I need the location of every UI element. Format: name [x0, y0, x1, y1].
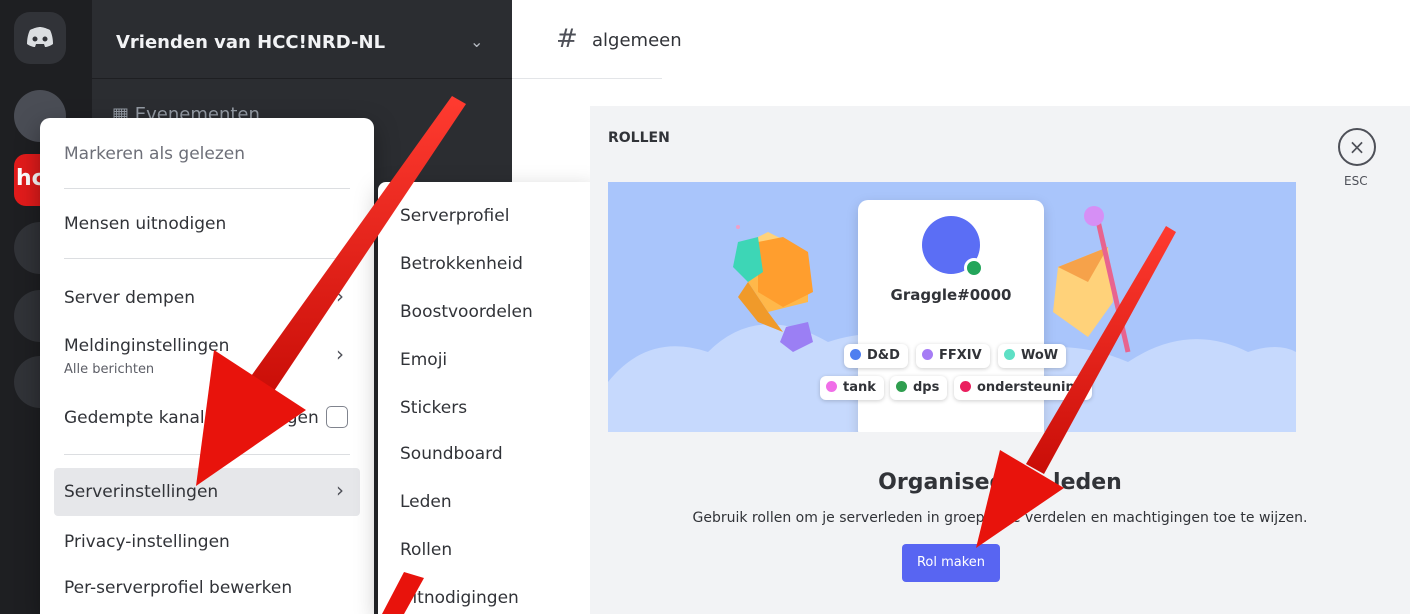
preview-username: Graggle#0000: [890, 286, 1012, 304]
divider: [64, 188, 350, 189]
role-tag: WoW: [998, 344, 1067, 368]
chat-header: # algemeen: [512, 0, 682, 79]
esc-label: ESC: [1344, 174, 1368, 188]
submenu-item-serverprofiel[interactable]: Serverprofiel: [400, 206, 509, 226]
mute-server-item[interactable]: Server dempen: [64, 288, 195, 308]
chevron-down-icon: ⌄: [470, 32, 484, 51]
role-tag-label: ondersteuning: [977, 380, 1085, 395]
divider: [64, 258, 350, 259]
role-color-dot: [960, 381, 971, 392]
roles-illustration: Graggle#0000 D&D FFXIV WoW tank dps onde…: [608, 182, 1296, 432]
chevron-right-icon: ›: [336, 284, 344, 308]
server-settings-item[interactable]: Serverinstellingen: [64, 482, 218, 502]
divider: [64, 454, 350, 455]
submenu-item-uitnodigingen[interactable]: Uitnodigingen: [400, 588, 519, 608]
role-tag-label: WoW: [1021, 348, 1059, 363]
submenu-item-rollen[interactable]: Rollen: [400, 540, 452, 560]
close-icon[interactable]: ×: [1338, 128, 1376, 166]
role-tag-label: D&D: [867, 348, 900, 363]
channel-name: algemeen: [592, 30, 682, 51]
submenu-item-soundboard[interactable]: Soundboard: [400, 444, 503, 464]
role-color-dot: [1004, 349, 1015, 360]
submenu-item-boostvoordelen[interactable]: Boostvoordelen: [400, 302, 533, 322]
submenu-item-betrokkenheid[interactable]: Betrokkenheid: [400, 254, 523, 274]
role-tag-label: tank: [843, 380, 876, 395]
online-status-icon: [964, 258, 984, 278]
hide-muted-checkbox[interactable]: [326, 406, 348, 428]
chevron-right-icon: ›: [336, 342, 344, 366]
mark-read-item[interactable]: Markeren als gelezen: [64, 144, 245, 164]
server-settings-submenu: Serverprofiel Betrokkenheid Boostvoordel…: [378, 182, 596, 614]
role-color-dot: [922, 349, 933, 360]
hide-muted-channels-item[interactable]: Gedempte kanalen verbergen: [64, 408, 319, 428]
role-tag: D&D: [844, 344, 908, 368]
server-header[interactable]: Vrienden van HCC!NRD-NL ⌄: [92, 10, 512, 79]
roles-description: Gebruik rollen om je serverleden in groe…: [692, 510, 1308, 526]
server-context-menu: Markeren als gelezen Mensen uitnodigen S…: [40, 118, 374, 614]
invite-people-item[interactable]: Mensen uitnodigen: [64, 214, 226, 234]
role-tag-label: FFXIV: [939, 348, 982, 363]
edit-server-profile-item[interactable]: Per-serverprofiel bewerken: [64, 578, 292, 598]
notification-settings-item[interactable]: Meldinginstellingen: [64, 336, 229, 356]
create-role-button[interactable]: Rol maken: [902, 544, 1000, 582]
discord-home-icon[interactable]: [14, 12, 66, 64]
roles-heading: Organiseer je leden: [878, 470, 1122, 495]
role-color-dot: [896, 381, 907, 392]
role-tag: tank: [820, 376, 884, 400]
chevron-right-icon: ›: [336, 478, 344, 502]
notification-settings-sub: Alle berichten: [64, 362, 155, 377]
hash-icon: #: [556, 24, 578, 54]
role-tag-label: dps: [913, 380, 940, 395]
server-name: Vrienden van HCC!NRD-NL: [116, 32, 386, 53]
submenu-item-stickers[interactable]: Stickers: [400, 398, 467, 418]
submenu-item-leden[interactable]: Leden: [400, 492, 452, 512]
role-tag: FFXIV: [916, 344, 990, 368]
role-color-dot: [826, 381, 837, 392]
submenu-item-emoji[interactable]: Emoji: [400, 350, 447, 370]
role-tag: dps: [890, 376, 948, 400]
role-tag: ondersteuning: [954, 376, 1093, 400]
roles-panel: ROLLEN × ESC Graggle#0000 D&D FFXIV WoW …: [590, 106, 1410, 614]
roles-title: ROLLEN: [608, 130, 670, 146]
privacy-settings-item[interactable]: Privacy-instellingen: [64, 532, 230, 552]
role-color-dot: [850, 349, 861, 360]
